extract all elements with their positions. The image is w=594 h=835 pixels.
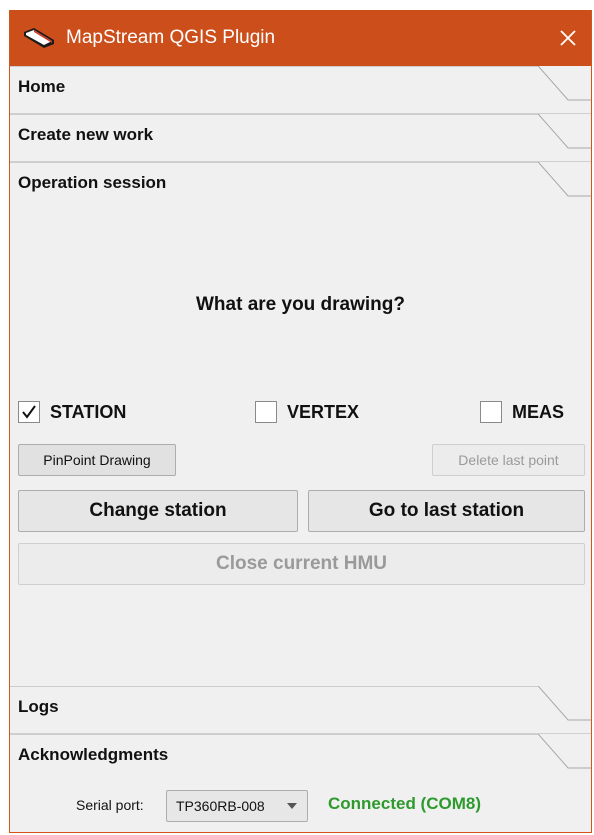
connection-status: Connected (COM8) [328,794,481,813]
button-label: Close current HMU [215,553,388,574]
tab-acknowledgments[interactable]: Acknowledgments [10,734,591,782]
tab-header-shape [10,66,591,114]
operation-session-panel: What are you drawing? STATION VERTEX MEA… [10,210,591,686]
tab-label: Acknowledgments [18,745,169,764]
button-label: PinPoint Drawing [43,452,151,468]
serial-port-value: TP360RB-008 [176,798,265,814]
button-label: Change station [89,500,227,521]
tab-label: Logs [18,697,59,716]
checkbox-label: MEAS [512,401,565,422]
chevron-down-icon [287,803,297,809]
tab-label: Home [18,77,66,96]
meas-checkbox[interactable]: MEAS [480,398,564,426]
plugin-window: MapStream QGIS Plugin Home Create new wo… [9,10,592,833]
vertex-checkbox[interactable]: VERTEX [255,398,359,426]
button-label: Delete last point [458,452,559,468]
button-label: Go to last station [368,500,525,521]
serial-port-label: Serial port: [76,797,144,813]
drawing-type-options: STATION VERTEX MEAS [10,398,591,428]
mapstream-logo-icon [24,28,54,48]
title-bar: MapStream QGIS Plugin [10,10,591,66]
change-station-button[interactable]: Change station [18,490,298,532]
tab-home[interactable]: Home [10,66,591,114]
tab-operation-session[interactable]: Operation session [10,162,591,210]
go-to-last-station-button[interactable]: Go to last station [308,490,585,532]
window-title: MapStream QGIS Plugin [66,27,276,48]
pinpoint-drawing-button[interactable]: PinPoint Drawing [18,444,176,476]
drawing-question: What are you drawing? [195,294,406,315]
checkbox-box [480,401,502,423]
tab-label: Operation session [18,173,167,192]
checkbox-label: STATION [50,401,127,422]
close-icon [560,30,576,46]
checkbox-label: VERTEX [287,401,360,422]
checkbox-box [18,401,40,423]
tab-header-shape [10,686,591,734]
checkmark-icon [22,405,36,419]
station-checkbox[interactable]: STATION [18,398,126,426]
tab-label: Create new work [18,125,154,144]
tab-create-new-work[interactable]: Create new work [10,114,591,162]
serial-port-select[interactable]: TP360RB-008 [166,790,308,822]
delete-last-point-button[interactable]: Delete last point [432,444,585,476]
status-footer: Serial port: TP360RB-008 Connected (COM8… [10,782,591,832]
close-button[interactable] [545,10,591,66]
checkbox-box [255,401,277,423]
tab-logs[interactable]: Logs [10,686,591,734]
close-current-hmu-button[interactable]: Close current HMU [18,543,585,585]
